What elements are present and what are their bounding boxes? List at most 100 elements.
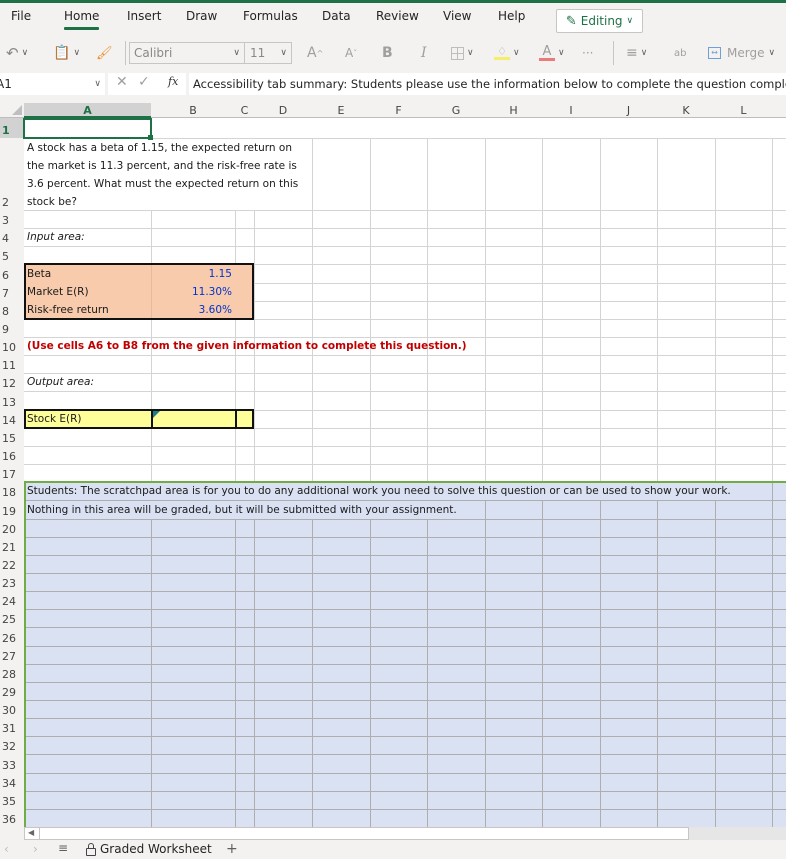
row-header-23[interactable]: 23 <box>0 573 24 591</box>
row-header-18[interactable]: 18 <box>0 482 24 500</box>
format-painter-button[interactable]: 🖌 <box>96 43 113 63</box>
row-header-24[interactable]: 24 <box>0 591 24 609</box>
grid-row-line <box>24 246 786 247</box>
tab-review[interactable]: Review <box>376 9 419 23</box>
fill-color-button[interactable]: ♢ ∨ <box>494 43 520 63</box>
row-header-13[interactable]: 13 <box>0 391 24 410</box>
prev-sheet-icon[interactable]: ‹ <box>4 842 9 856</box>
row-header-10[interactable]: 10 <box>0 337 24 355</box>
tab-insert[interactable]: Insert <box>127 9 161 23</box>
row-header-12[interactable]: 12 <box>0 373 24 391</box>
row-header-11[interactable]: 11 <box>0 355 24 373</box>
paste-button[interactable]: 📋 ∨ <box>53 43 80 63</box>
selected-cell-a1[interactable] <box>23 118 152 139</box>
fx-icon[interactable]: fx <box>168 75 178 88</box>
all-sheets-icon[interactable]: ≡ <box>58 841 68 855</box>
output-value-cell[interactable] <box>153 411 235 427</box>
tab-data[interactable]: Data <box>322 9 351 23</box>
column-header-b[interactable]: B <box>151 103 235 118</box>
scratch-row-line <box>24 627 786 628</box>
tab-help[interactable]: Help <box>498 9 525 23</box>
row-header-32[interactable]: 32 <box>0 736 24 754</box>
tab-file[interactable]: File <box>11 9 31 23</box>
input-value-2[interactable]: 11.30% <box>151 283 232 301</box>
bold-button[interactable]: B <box>382 43 393 63</box>
column-header-j[interactable]: J <box>600 103 657 118</box>
row-header-30[interactable]: 30 <box>0 700 24 718</box>
row-header-19[interactable]: 19 <box>0 500 24 519</box>
row-header-7[interactable]: 7 <box>0 283 24 301</box>
increase-font-button[interactable]: A ^ <box>307 43 323 63</box>
scroll-left-icon[interactable]: ◀ <box>28 828 34 837</box>
row-header-22[interactable]: 22 <box>0 555 24 573</box>
input-value-3[interactable]: 3.60% <box>151 301 232 319</box>
column-header-m[interactable] <box>772 103 786 118</box>
format-painter-icon: 🖌 <box>96 45 113 61</box>
row-header-8[interactable]: 8 <box>0 301 24 319</box>
formula-input[interactable]: Accessibility tab summary: Students plea… <box>189 73 786 95</box>
tab-view[interactable]: View <box>443 9 471 23</box>
row-header-15[interactable]: 15 <box>0 428 24 446</box>
row-header-2[interactable]: 2 <box>0 138 24 210</box>
column-header-g[interactable]: G <box>427 103 485 118</box>
more-options-button[interactable]: ··· <box>582 43 593 63</box>
horizontal-scrollbar[interactable]: ◀ <box>24 827 689 840</box>
row-header-14[interactable]: 14 <box>0 410 24 428</box>
column-header-i[interactable]: I <box>542 103 600 118</box>
row-header-1[interactable]: 1 <box>0 118 24 138</box>
row-header-25[interactable]: 25 <box>0 609 24 627</box>
merge-button[interactable]: ↔ Merge ∨ <box>708 43 775 63</box>
row-header-26[interactable]: 26 <box>0 627 24 646</box>
font-size-select[interactable]: 11 ∨ <box>245 42 292 64</box>
next-sheet-icon[interactable]: › <box>33 842 38 856</box>
name-box[interactable]: A1 ∨ <box>0 73 105 95</box>
row-header-3[interactable]: 3 <box>0 210 24 228</box>
row-header-6[interactable]: 6 <box>0 264 24 283</box>
row-header-9[interactable]: 9 <box>0 319 24 337</box>
column-header-a[interactable]: A <box>24 103 151 118</box>
row-header-35[interactable]: 35 <box>0 791 24 809</box>
column-header-c[interactable]: C <box>235 103 254 118</box>
column-header-f[interactable]: F <box>370 103 427 118</box>
font-color-button[interactable]: A ∨ <box>539 43 565 63</box>
undo-button[interactable]: ↶ ∨ <box>6 43 28 63</box>
editing-mode-button[interactable]: ✎ Editing ∨ <box>556 9 643 33</box>
input-label-1: Beta <box>27 268 52 280</box>
row-header-31[interactable]: 31 <box>0 718 24 736</box>
row-header-21[interactable]: 21 <box>0 537 24 555</box>
row-header-20[interactable]: 20 <box>0 519 24 537</box>
scratch-row-line <box>24 664 786 665</box>
row-header-28[interactable]: 28 <box>0 664 24 682</box>
align-button[interactable]: ≡ ∨ <box>626 43 647 63</box>
cancel-icon[interactable]: ✕ <box>116 74 128 90</box>
column-header-d[interactable]: D <box>254 103 312 118</box>
italic-button[interactable]: I <box>421 43 427 63</box>
font-name-select[interactable]: Calibri ∨ <box>129 42 245 64</box>
sheet-tab-graded-worksheet[interactable]: Graded Worksheet <box>86 842 212 856</box>
column-header-l[interactable]: L <box>715 103 772 118</box>
confirm-icon[interactable]: ✓ <box>138 74 150 90</box>
row-header-36[interactable]: 36 <box>0 809 24 827</box>
row-header-5[interactable]: 5 <box>0 246 24 264</box>
row-header-29[interactable]: 29 <box>0 682 24 700</box>
tab-formulas[interactable]: Formulas <box>243 9 298 23</box>
column-header-e[interactable]: E <box>312 103 370 118</box>
select-all-corner[interactable] <box>0 103 24 118</box>
wrap-text-button[interactable]: ab <box>674 43 686 63</box>
borders-button[interactable]: ∨ <box>451 43 474 63</box>
row-header-4[interactable]: 4 <box>0 228 24 246</box>
decrease-font-button[interactable]: Aˇ <box>345 43 357 63</box>
chevron-down-icon: ∨ <box>233 48 240 58</box>
row-header-33[interactable]: 33 <box>0 754 24 773</box>
input-value-1[interactable]: 1.15 <box>151 265 232 283</box>
row-header-27[interactable]: 27 <box>0 646 24 664</box>
row-header-16[interactable]: 16 <box>0 446 24 464</box>
column-header-h[interactable]: H <box>485 103 542 118</box>
chevron-down-icon: ∨ <box>513 48 520 58</box>
tab-home[interactable]: Home <box>64 9 100 30</box>
add-sheet-button[interactable]: + <box>226 841 238 857</box>
column-header-k[interactable]: K <box>657 103 715 118</box>
tab-draw[interactable]: Draw <box>186 9 217 23</box>
row-header-34[interactable]: 34 <box>0 773 24 791</box>
row-header-17[interactable]: 17 <box>0 464 24 482</box>
